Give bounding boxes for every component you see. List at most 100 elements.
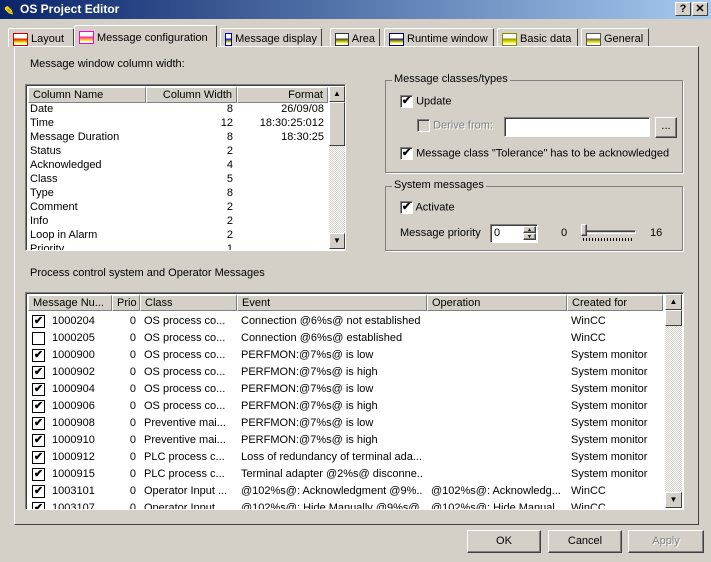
list-row[interactable]: Message Duration 8 18:30:25 [26, 131, 328, 145]
column-header[interactable]: Column Name [28, 87, 146, 103]
table-row[interactable]: ✔ 1000910 0 Preventive mai... PERFMON:@7%s@ … [26, 432, 663, 449]
basic-data-icon [502, 32, 517, 46]
list-row[interactable]: Acknowledged 4 [26, 159, 328, 173]
row-checkbox[interactable]: ✔ [32, 400, 45, 413]
cancel-button[interactable]: Cancel [548, 530, 622, 553]
system-messages-group: System messages ✔ Activate Message prior… [385, 179, 683, 251]
tab-label: General [604, 33, 644, 45]
row-checkbox[interactable]: ✔ [32, 366, 45, 379]
slider-thumb[interactable] [581, 224, 587, 236]
close-button[interactable]: ✕ [692, 2, 708, 16]
list-row[interactable]: Class 5 [26, 173, 328, 187]
scroll-thumb[interactable] [329, 102, 345, 146]
row-checkbox[interactable] [32, 332, 45, 345]
table-row[interactable]: ✔ 1000204 0 OS process co... Connection @6%s… [26, 313, 663, 330]
column-list-scrollbar[interactable]: ▲ ▼ [329, 86, 345, 249]
scroll-thumb[interactable] [665, 310, 682, 326]
column-header[interactable]: Class [140, 295, 237, 311]
table-row[interactable]: ✔ 1000902 0 OS process co... PERFMON:@7%s@ i… [26, 364, 663, 381]
table-row[interactable]: ✔ 1000900 0 OS process co... PERFMON:@7%s@ i… [26, 347, 663, 364]
row-checkbox[interactable]: ✔ [32, 417, 45, 430]
row-checkbox[interactable]: ✔ [32, 434, 45, 447]
scroll-up-button[interactable]: ▲ [329, 86, 345, 102]
update-checkbox[interactable]: ✔ Update [400, 95, 452, 108]
column-width: 8 [226, 131, 233, 143]
message-class: Operator Input ... [144, 502, 228, 510]
tab-message-display[interactable]: Message display [220, 28, 322, 47]
row-checkbox[interactable]: ✔ [32, 451, 45, 464]
table-row[interactable]: ✔ 1000912 0 PLC process c... Loss of redunda… [26, 449, 663, 466]
column-header[interactable]: Event [237, 295, 427, 311]
row-checkbox[interactable]: ✔ [32, 502, 45, 509]
column-name: Priority [30, 243, 65, 251]
list-row[interactable]: Comment 2 [26, 201, 328, 215]
tab-general[interactable]: General [581, 28, 649, 47]
derive-from-input[interactable] [504, 117, 650, 137]
table-row[interactable]: ✔ 1000908 0 Preventive mai... PERFMON:@7%s@ … [26, 415, 663, 432]
tolerance-checkbox[interactable]: ✔ Message class "Tolerance" has to be ac… [400, 147, 669, 160]
message-class: PLC process c... [144, 468, 225, 480]
column-header[interactable]: Prio [112, 295, 140, 311]
priority-spinbox[interactable]: 0 ▲ ▼ [490, 224, 538, 243]
column-width: 2 [226, 215, 233, 227]
scroll-up-button[interactable]: ▲ [665, 294, 682, 310]
list-row[interactable]: Priority 1 [26, 243, 328, 251]
message-classes-group: Message classes/types ✔ Update Derive fr… [385, 73, 683, 173]
row-checkbox[interactable]: ✔ [32, 485, 45, 498]
list-row[interactable]: Time 12 18:30:25:012 [26, 117, 328, 131]
spin-down-button[interactable]: ▼ [523, 233, 536, 240]
ok-button[interactable]: OK [467, 530, 541, 553]
tab-area[interactable]: Area [330, 28, 380, 47]
tab-layout[interactable]: Layout [8, 28, 74, 47]
row-checkbox[interactable]: ✔ [32, 383, 45, 396]
event-text: Loss of redundancy of terminal ada... [241, 451, 422, 463]
table-row[interactable]: ✔ 1000906 0 OS process co... PERFMON:@7%s@ i… [26, 398, 663, 415]
messages-scrollbar[interactable]: ▲ ▼ [665, 294, 682, 508]
list-row[interactable]: Date 8 26/09/08 [26, 103, 328, 117]
column-width: 8 [226, 187, 233, 199]
column-header[interactable]: Operation [427, 295, 567, 311]
table-row[interactable]: ✔ 1003101 0 Operator Input ... @102%s@: Ackn… [26, 483, 663, 500]
column-width: 2 [226, 145, 233, 157]
messages-list[interactable]: Message Nu... Prio Class Event Operation Crea… [25, 292, 684, 510]
activate-label: Activate [415, 201, 455, 214]
column-width-list[interactable]: Column Name Column Width Format Date 8 26/09/… [25, 84, 346, 251]
table-row[interactable]: ✔ 1000904 0 OS process co... PERFMON:@7%s@ i… [26, 381, 663, 398]
column-header[interactable]: Format [237, 87, 328, 103]
table-row[interactable]: ✔ 1003107 0 Operator Input ... @102%s@: Hide… [26, 500, 663, 510]
column-header[interactable]: Created for [567, 295, 663, 311]
column-header[interactable]: Message Nu... [28, 295, 112, 311]
scroll-down-button[interactable]: ▼ [329, 233, 345, 249]
created-for: System monitor [571, 383, 648, 395]
column-header[interactable]: Column Width [146, 87, 237, 103]
priority: 0 [129, 332, 136, 344]
browse-button[interactable]: ... [655, 117, 677, 138]
row-checkbox[interactable]: ✔ [32, 468, 45, 481]
table-row[interactable]: 1000205 0 OS process co... Connection @6%s@… [26, 330, 663, 347]
help-button[interactable]: ? [675, 2, 691, 16]
tab-runtime-window[interactable]: Runtime window [384, 28, 494, 47]
message-class: OS process co... [144, 400, 226, 412]
created-for: System monitor [571, 451, 648, 463]
operation-text: @102%s@: Hide Manual... [431, 502, 563, 510]
table-row[interactable]: ✔ 1000915 0 PLC process c... Terminal adapte… [26, 466, 663, 483]
row-checkbox[interactable]: ✔ [32, 349, 45, 362]
row-checkbox[interactable]: ✔ [32, 315, 45, 328]
list-row[interactable]: Type 8 [26, 187, 328, 201]
priority: 0 [129, 502, 136, 510]
column-width: 4 [226, 159, 233, 171]
scroll-down-button[interactable]: ▼ [665, 492, 682, 508]
tab-label: Message display [235, 33, 317, 45]
apply-button[interactable]: Apply [628, 530, 704, 553]
tab-message-configuration[interactable]: Message configuration [74, 25, 217, 47]
spin-up-button[interactable]: ▲ [523, 226, 536, 233]
list-row[interactable]: Status 2 [26, 145, 328, 159]
created-for: System monitor [571, 434, 648, 446]
list-row[interactable]: Loop in Alarm 2 [26, 229, 328, 243]
priority-slider[interactable] [581, 224, 637, 244]
tab-basic-data[interactable]: Basic data [497, 28, 578, 47]
column-width: 5 [226, 173, 233, 185]
list-row[interactable]: Info 2 [26, 215, 328, 229]
activate-checkbox[interactable]: ✔ Activate [400, 201, 455, 214]
derive-from-checkbox[interactable]: Derive from: [417, 119, 493, 132]
